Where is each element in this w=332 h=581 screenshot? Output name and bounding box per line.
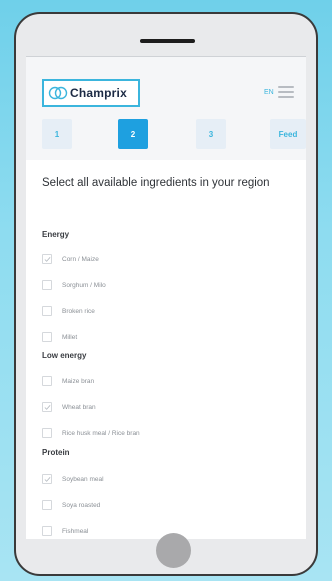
checkmark-icon	[44, 256, 50, 262]
brand-name: Champrix	[70, 86, 127, 100]
option-rice-husk-meal[interactable]: Rice husk meal / Rice bran	[42, 427, 140, 439]
option-label: Millet	[62, 333, 78, 341]
option-label: Soybean meal	[62, 475, 104, 483]
option-label: Fishmeal	[62, 527, 89, 535]
phone-speaker	[140, 39, 195, 43]
option-fishmeal[interactable]: Fishmeal	[42, 525, 88, 537]
option-soya-roasted[interactable]: Soya roasted	[42, 499, 100, 511]
phone-frame: Champrix EN 1 2 3 Feed Select all availa…	[14, 12, 318, 576]
checkbox-unchecked[interactable]	[42, 332, 52, 342]
option-soybean-meal[interactable]: Soybean meal	[42, 473, 104, 485]
checkbox-unchecked[interactable]	[42, 280, 52, 290]
checkbox-checked[interactable]	[42, 402, 52, 412]
option-label: Soya roasted	[62, 501, 101, 509]
checkbox-unchecked[interactable]	[42, 428, 52, 438]
option-millet[interactable]: Millet	[42, 331, 77, 343]
question-title: Select all available ingredients in your…	[42, 177, 270, 189]
option-corn-maize[interactable]: Corn / Maize	[42, 253, 99, 265]
section-title-low-energy: Low energy	[42, 351, 87, 360]
option-wheat-bran[interactable]: Wheat bran	[42, 401, 96, 413]
checkbox-unchecked[interactable]	[42, 500, 52, 510]
step-navigation: 1 2 3 Feed	[26, 119, 306, 151]
option-label: Corn / Maize	[62, 255, 99, 263]
phone-home-button[interactable]	[156, 533, 191, 568]
step-tab-3[interactable]: 3	[196, 119, 226, 149]
language-switch[interactable]: EN	[264, 89, 274, 96]
app-screen: Champrix EN 1 2 3 Feed Select all availa…	[26, 56, 306, 539]
brand-logo[interactable]: Champrix	[42, 79, 140, 107]
step-tab-feed[interactable]: Feed	[270, 119, 306, 149]
option-label: Wheat bran	[62, 403, 96, 411]
step-tab-2[interactable]: 2	[118, 119, 148, 149]
app-header: Champrix EN	[26, 57, 306, 111]
option-label: Maize bran	[62, 377, 95, 385]
option-label: Rice husk meal / Rice bran	[62, 429, 140, 437]
checkbox-unchecked[interactable]	[42, 526, 52, 536]
checkbox-checked[interactable]	[42, 474, 52, 484]
checkmark-icon	[44, 476, 50, 482]
step-tab-1[interactable]: 1	[42, 119, 72, 149]
checkbox-checked[interactable]	[42, 254, 52, 264]
checkbox-unchecked[interactable]	[42, 306, 52, 316]
option-label: Broken rice	[62, 307, 95, 315]
hamburger-menu-icon[interactable]	[278, 86, 294, 98]
section-title-energy: Energy	[42, 230, 70, 239]
option-maize-bran[interactable]: Maize bran	[42, 375, 94, 387]
logo-knot-icon	[48, 86, 68, 100]
option-sorghum-milo[interactable]: Sorghum / Milo	[42, 279, 106, 291]
option-broken-rice[interactable]: Broken rice	[42, 305, 95, 317]
checkmark-icon	[44, 404, 50, 410]
section-title-protein: Protein	[42, 448, 70, 457]
checkbox-unchecked[interactable]	[42, 376, 52, 386]
option-label: Sorghum / Milo	[62, 281, 106, 289]
